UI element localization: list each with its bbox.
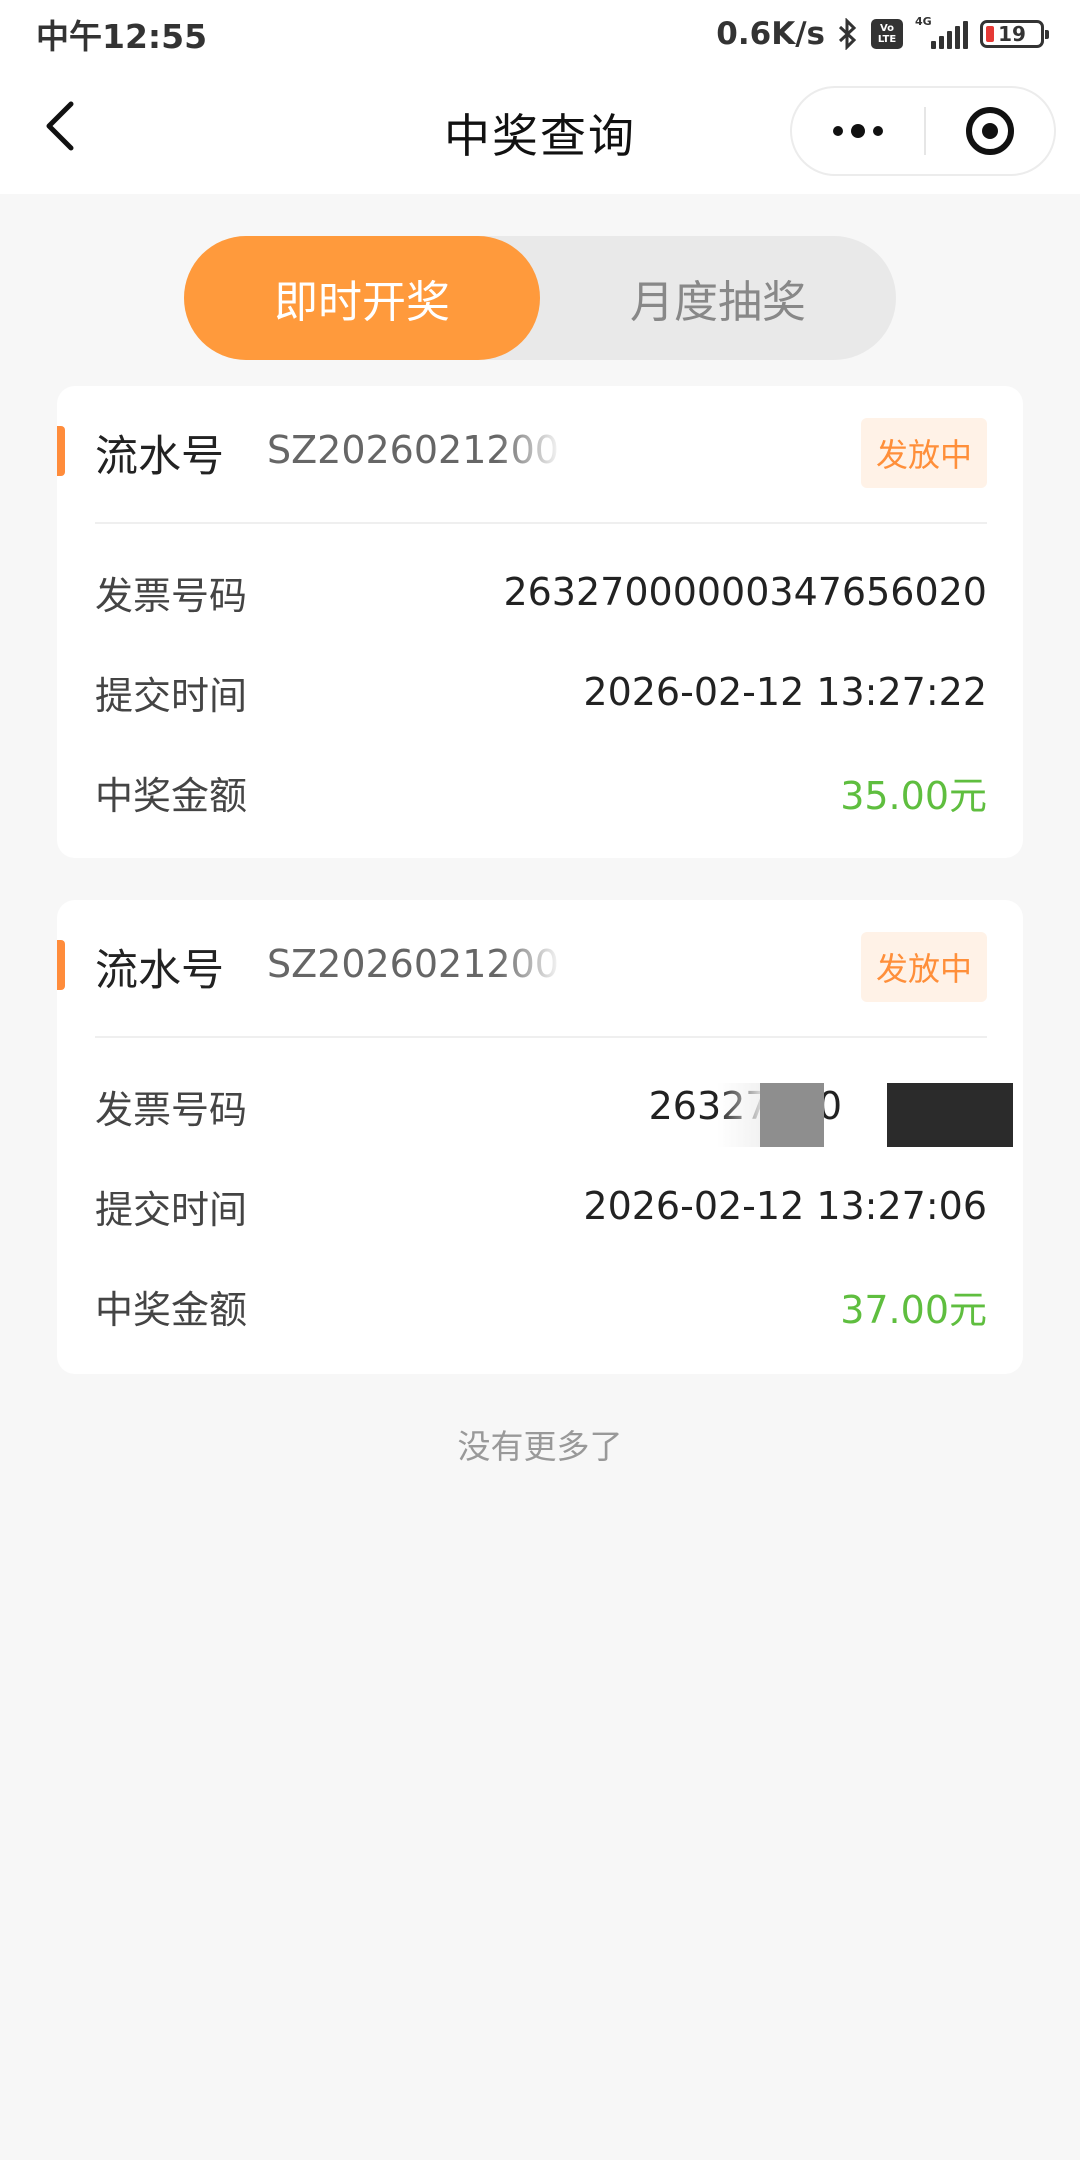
accent-bar (57, 426, 65, 476)
card-header: 流水号 SZ2026021200 发放中 (57, 900, 1023, 1036)
submit-time-row: 提交时间 2026-02-12 13:27:22 (95, 662, 987, 722)
more-button[interactable] (792, 88, 924, 174)
serial-label: 流水号 (95, 946, 224, 996)
status-icons: 0.6K/s Vo LTE 4G 19 (716, 15, 1049, 52)
nav-bar: 中奖查询 (0, 68, 1080, 194)
prize-amount: 37.00元 (840, 1287, 987, 1332)
record-card[interactable]: 流水号 SZ2026021200 发放中 发票号码 26327000 65 提交… (57, 900, 1023, 1374)
invoice-number-row: 发票号码 26327000000347656020 (95, 562, 987, 622)
redaction-block (887, 1083, 1013, 1147)
tab-monthly-draw[interactable]: 月度抽奖 (540, 236, 896, 360)
target-close-icon (966, 107, 1014, 155)
invoice-number-row: 发票号码 26327000 65 (95, 1076, 987, 1136)
signal-icon: 4G (915, 15, 968, 49)
battery-icon: 19 (980, 20, 1049, 48)
row-label: 中奖金额 (95, 1287, 248, 1332)
volte-icon: Vo LTE (871, 19, 903, 49)
row-label: 中奖金额 (95, 773, 248, 818)
row-label: 提交时间 (95, 673, 248, 718)
tab-instant-draw[interactable]: 即时开奖 (184, 236, 540, 360)
network-speed: 0.6K/s (716, 16, 825, 52)
divider (95, 522, 987, 524)
prize-amount: 35.00元 (840, 773, 987, 818)
row-label: 发票号码 (95, 573, 248, 618)
card-header: 流水号 SZ2026021200 发放中 (57, 386, 1023, 522)
submit-time-row: 提交时间 2026-02-12 13:27:06 (95, 1176, 987, 1236)
close-mini-program-button[interactable] (926, 88, 1054, 174)
invoice-number: 26327000000347656020 (503, 570, 987, 614)
tab-switcher: 即时开奖 月度抽奖 (184, 236, 896, 360)
redaction-fade (497, 930, 607, 1000)
bluetooth-icon (837, 18, 859, 50)
prize-amount-row: 中奖金额 37.00元 (95, 1276, 987, 1336)
more-dots-icon (833, 126, 843, 136)
status-badge: 发放中 (861, 932, 987, 1002)
submit-time: 2026-02-12 13:27:06 (583, 1184, 987, 1228)
status-bar: 中午12:55 0.6K/s Vo LTE 4G 19 (0, 0, 1080, 68)
divider (95, 1036, 987, 1038)
mini-program-capsule (790, 86, 1056, 176)
status-badge: 发放中 (861, 418, 987, 488)
accent-bar (57, 940, 65, 990)
row-label: 发票号码 (95, 1087, 248, 1132)
redaction-block (760, 1083, 824, 1147)
no-more-text: 没有更多了 (457, 1427, 623, 1466)
submit-time: 2026-02-12 13:27:22 (583, 670, 987, 714)
row-label: 提交时间 (95, 1187, 248, 1232)
serial-label: 流水号 (95, 432, 224, 482)
prize-amount-row: 中奖金额 35.00元 (95, 762, 987, 822)
record-card[interactable]: 流水号 SZ2026021200 发放中 发票号码 26327000000347… (57, 386, 1023, 858)
redaction-fade (497, 416, 607, 486)
status-time: 中午12:55 (36, 17, 208, 56)
